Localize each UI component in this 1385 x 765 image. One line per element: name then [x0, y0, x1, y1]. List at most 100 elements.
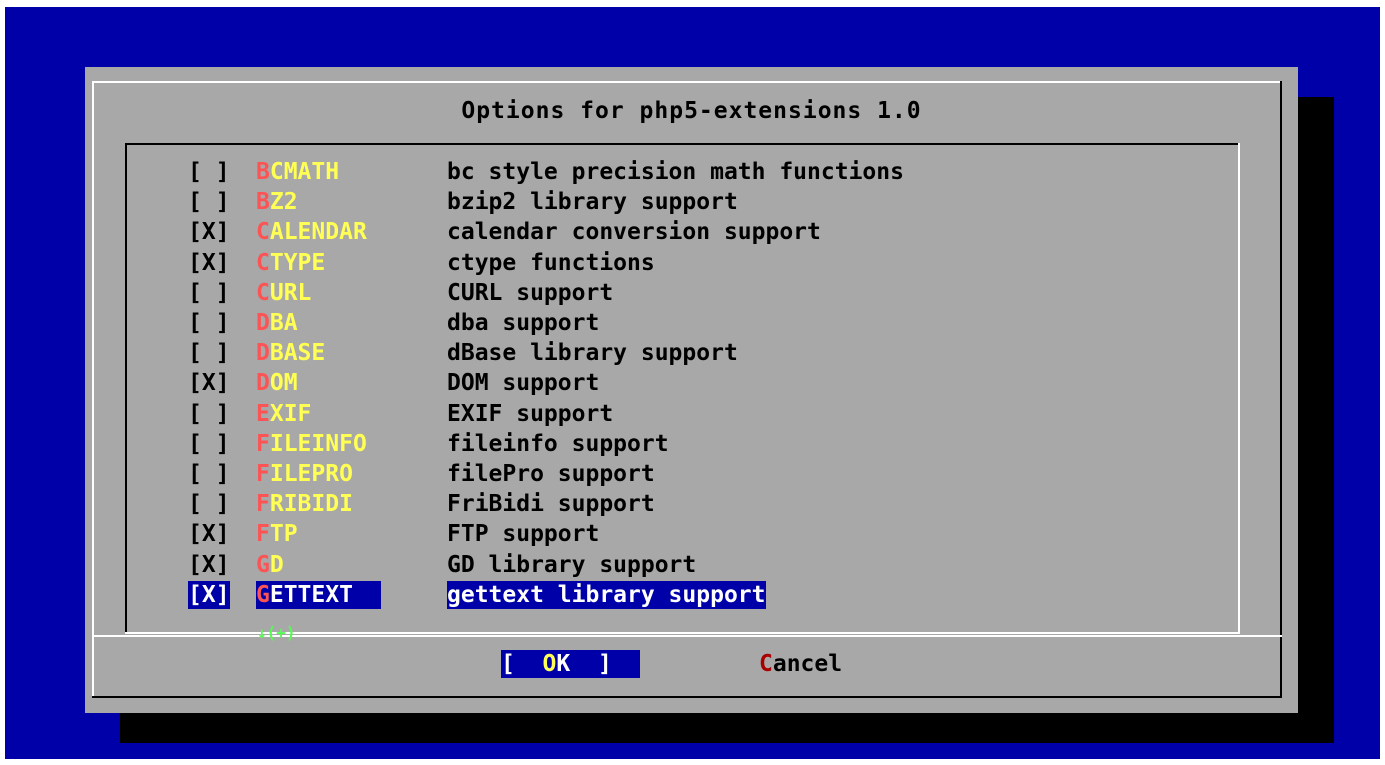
option-row[interactable]: [ ] BZ2 bzip2 library support — [85, 188, 1185, 216]
option-description: CURL support — [447, 279, 614, 306]
option-row[interactable]: [X] FTP FTP support — [85, 520, 1185, 548]
option-name: BCMATH — [256, 158, 339, 186]
option-name: FTP — [256, 520, 298, 548]
options-dialog: Options for php5-extensions 1.0 [ ] BCMAT… — [85, 67, 1298, 713]
option-name: DBASE — [256, 339, 325, 367]
frame-top — [92, 81, 1282, 83]
option-hotkey: C — [256, 249, 270, 276]
option-name-rest: D — [269, 551, 284, 578]
option-hotkey: D — [256, 310, 270, 336]
option-checkbox[interactable]: [ ] — [188, 309, 230, 337]
option-description: ctype functions — [447, 249, 655, 276]
option-checkbox[interactable]: [ ] — [188, 279, 230, 307]
option-description: dba support — [447, 310, 600, 336]
option-checkbox[interactable]: [ ] — [188, 490, 230, 518]
option-row[interactable]: [ ] FILEPRO filePro support — [85, 460, 1185, 488]
option-name-rest: ALENDAR — [269, 219, 367, 246]
option-name-rest: XIF — [269, 400, 312, 427]
option-name: DBA — [256, 309, 298, 337]
option-description: gettext library support — [447, 580, 766, 609]
option-description: DOM support — [447, 370, 600, 397]
option-description: EXIF support — [447, 400, 614, 427]
option-name: FRIBIDI — [256, 490, 353, 518]
ok-button[interactable]: [ OK ] — [501, 650, 640, 678]
option-name: GETTEXT — [256, 580, 381, 609]
option-checkbox[interactable]: [ ] — [188, 188, 230, 216]
listbox-frame-right — [1238, 143, 1240, 634]
option-description: dBase library support — [447, 340, 738, 367]
option-checkbox[interactable]: [X] — [188, 520, 230, 548]
option-name-rest: OM — [269, 370, 298, 397]
option-description: FriBidi support — [447, 491, 655, 518]
option-name: FILEINFO — [256, 430, 367, 458]
option-row[interactable]: [ ] DBA dba support — [85, 309, 1185, 337]
option-name-rest: ILEPRO — [269, 461, 353, 487]
option-hotkey: F — [256, 430, 270, 457]
option-name-rest: TYPE — [269, 249, 326, 276]
ok-label-rest: K — [556, 651, 571, 677]
ok-bracket-left: [ — [501, 651, 543, 677]
option-row[interactable]: [X] CALENDAR calendar conversion support — [85, 218, 1185, 246]
option-hotkey: C — [256, 279, 270, 306]
option-checkbox[interactable]: [ ] — [188, 339, 230, 367]
option-row[interactable]: [ ] BCMATH bc style precision math functio… — [85, 158, 1185, 186]
option-row[interactable]: [X] DOM DOM support — [85, 369, 1185, 397]
option-description: GD library support — [447, 551, 697, 578]
option-hotkey: D — [256, 340, 270, 367]
ok-hotkey: O — [542, 651, 557, 677]
cancel-label-rest: ancel — [772, 651, 843, 677]
cancel-hotkey: C — [759, 651, 773, 677]
option-row[interactable]: [X] GETTEXT gettext library support — [85, 580, 1185, 609]
dialog-title: Options for php5-extensions 1.0 — [461, 98, 922, 124]
option-checkbox[interactable]: [X] — [188, 551, 230, 579]
listbox-frame-top — [125, 143, 1240, 145]
option-checkbox[interactable]: [ ] — [188, 430, 230, 458]
option-checkbox[interactable]: [ ] — [188, 158, 230, 186]
option-row[interactable]: [ ] FRIBIDI FriBidi support — [85, 490, 1185, 518]
option-description: bzip2 library support — [447, 189, 738, 216]
option-description: FTP support — [447, 521, 600, 548]
option-name-rest: TP — [269, 521, 298, 548]
option-hotkey: D — [256, 370, 270, 397]
option-name: FILEPRO — [256, 460, 353, 488]
option-row[interactable]: [X] GD GD library support — [85, 551, 1185, 579]
option-hotkey: G — [256, 551, 270, 578]
frame-right — [1280, 81, 1282, 698]
option-row[interactable]: [ ] CURL CURL support — [85, 279, 1185, 307]
option-name-rest: Z2 — [269, 189, 298, 216]
option-hotkey: C — [256, 219, 270, 246]
option-description: bc style precision math functions — [447, 159, 904, 185]
option-checkbox[interactable]: [X] — [188, 580, 230, 609]
option-name-rest: URL — [269, 279, 312, 306]
frame-bottom — [92, 696, 1282, 698]
option-checkbox[interactable]: [X] — [188, 218, 230, 246]
option-hotkey: B — [256, 159, 270, 185]
option-name-rest: ILEINFO — [269, 430, 367, 457]
option-row[interactable]: [X] CTYPE ctype functions — [85, 249, 1185, 277]
scroll-more-indicator: ↓(+) — [257, 623, 296, 642]
option-description: fileinfo support — [447, 430, 669, 457]
option-checkbox[interactable]: [ ] — [188, 460, 230, 488]
option-name-rest: BASE — [269, 340, 326, 367]
option-row[interactable]: [ ] FILEINFO fileinfo support — [85, 430, 1185, 458]
option-name: DOM — [256, 369, 298, 397]
option-name: CURL — [256, 279, 311, 307]
option-checkbox[interactable]: [X] — [188, 249, 230, 277]
option-name: EXIF — [256, 400, 311, 428]
option-name: BZ2 — [256, 188, 298, 216]
option-name-rest: RIBIDI — [269, 491, 353, 518]
option-hotkey: B — [256, 189, 270, 216]
option-checkbox[interactable]: [X] — [188, 369, 230, 397]
cancel-button[interactable]: Cancel — [759, 650, 842, 678]
option-hotkey: F — [256, 491, 270, 518]
option-hotkey: F — [256, 461, 270, 487]
option-row[interactable]: [ ] EXIF EXIF support — [85, 400, 1185, 428]
option-name: CTYPE — [256, 249, 325, 277]
option-hotkey: G — [256, 581, 270, 608]
option-name: CALENDAR — [256, 218, 367, 246]
option-name-rest: ETTEXT — [269, 581, 353, 608]
option-hotkey: F — [256, 521, 270, 548]
option-checkbox[interactable]: [ ] — [188, 400, 230, 428]
ok-bracket-right: ] — [570, 651, 612, 677]
option-row[interactable]: [ ] DBASE dBase library support — [85, 339, 1185, 367]
